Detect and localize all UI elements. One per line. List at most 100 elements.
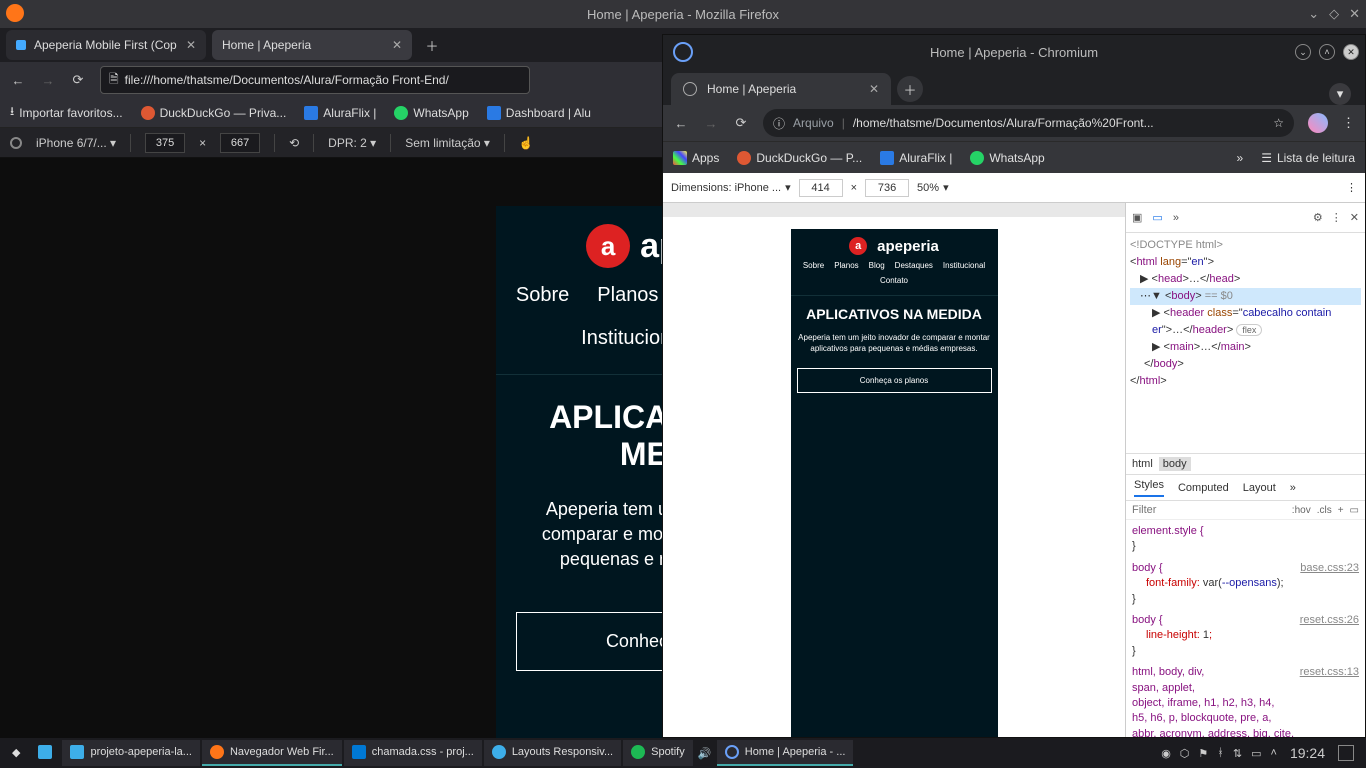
nav-sobre[interactable]: Sobre (516, 284, 569, 307)
tab-styles[interactable]: Styles (1134, 479, 1164, 497)
nav-sobre[interactable]: Sobre (803, 261, 824, 270)
menu-icon[interactable]: ⋮ (1342, 115, 1355, 131)
tray-icon[interactable]: ⬡ (1180, 747, 1190, 760)
task-layouts[interactable]: Layouts Responsiv... (484, 740, 621, 766)
search-tabs-icon[interactable]: ▾ (1329, 83, 1351, 105)
style-rules[interactable]: element.style { } base.css:23body { font… (1126, 520, 1365, 737)
hov-toggle[interactable]: :hov (1292, 505, 1311, 516)
tab-home-apeperia[interactable]: Home | Apeperia ✕ (671, 73, 891, 105)
width-input[interactable] (145, 133, 185, 153)
rotate-icon[interactable]: ⟲ (289, 136, 299, 150)
task-firefox[interactable]: Navegador Web Fir... (202, 740, 342, 766)
nav-planos[interactable]: Planos (834, 261, 858, 270)
new-tab-button[interactable]: ＋ (418, 31, 446, 59)
task-chromium[interactable]: Home | Apeperia - ... (717, 740, 854, 766)
show-desktop[interactable] (1338, 745, 1354, 761)
close-icon[interactable]: ✕ (1343, 44, 1359, 60)
network-icon[interactable]: ⇅ (1233, 747, 1242, 760)
firefox-icon (210, 745, 224, 759)
device-icon[interactable]: ▭ (1350, 505, 1359, 516)
height-input[interactable] (865, 179, 909, 197)
maximize-icon[interactable]: ◇ (1329, 6, 1339, 22)
device-select[interactable]: Dimensions: iPhone ... ▾ (671, 181, 791, 194)
touch-icon[interactable]: ☝ (519, 136, 534, 150)
nav-blog[interactable]: Blog (869, 261, 885, 270)
dom-tree[interactable]: <!DOCTYPE html> <html lang="en"> ▶ <head… (1126, 233, 1365, 453)
maximize-icon[interactable]: ˄ (1319, 44, 1335, 60)
battery-icon[interactable]: ▭ (1251, 747, 1261, 760)
bookmark-apps[interactable]: Apps (673, 151, 719, 165)
globe-icon (683, 82, 697, 96)
app-launcher[interactable]: ◆ (4, 740, 28, 766)
url-bar[interactable]: 🗎 file:///home/thatsme/Documentos/Alura/… (100, 66, 530, 94)
star-icon[interactable]: ☆ (1273, 116, 1284, 130)
tab-computed[interactable]: Computed (1178, 482, 1229, 494)
nav-contato[interactable]: Contato (880, 276, 908, 285)
nav-institucional[interactable]: Institucional (943, 261, 985, 270)
profile-avatar[interactable] (1308, 113, 1328, 133)
height-input[interactable] (220, 133, 260, 153)
new-tab-button[interactable]: ＋ (897, 76, 923, 102)
inspect-icon[interactable]: ▣ (1132, 211, 1142, 224)
hero-lead: Apeperia tem um jeito inovador de compar… (797, 332, 992, 354)
bookmark-import[interactable]: ⭳Importar favoritos... (10, 102, 123, 123)
device-toggle-icon[interactable]: ▭ (1152, 211, 1162, 224)
styles-filter-input[interactable] (1132, 504, 1286, 516)
nav-destaques[interactable]: Destaques (895, 261, 933, 270)
throttle-select[interactable]: Sem limitação ▾ (405, 136, 490, 150)
folder-icon (70, 745, 84, 759)
overflow-icon[interactable]: » (1290, 482, 1296, 494)
width-input[interactable] (799, 179, 843, 197)
close-icon[interactable]: ✕ (1349, 6, 1360, 22)
bookmark-aluraflix[interactable]: AluraFlix | (304, 106, 376, 120)
tab-apeperia-mobile[interactable]: Apeperia Mobile First (Cop ✕ (6, 30, 206, 60)
tray-icon[interactable]: ⚑ (1198, 747, 1208, 760)
chevron-up-icon[interactable]: ˄ (1271, 747, 1277, 759)
back-icon[interactable]: ← (673, 116, 689, 131)
task-project[interactable]: projeto-apeperia-la... (62, 740, 200, 766)
dpr-select[interactable]: DPR: 2 ▾ (328, 136, 376, 150)
volume-icon[interactable]: 🔊 (695, 747, 715, 760)
task-vscode[interactable]: chamada.css - proj... (344, 740, 482, 766)
bookmark-whatsapp[interactable]: WhatsApp (970, 151, 1044, 165)
back-icon[interactable]: ← (10, 73, 26, 88)
reload-icon[interactable]: ⟳ (733, 115, 749, 131)
bookmark-duckduckgo[interactable]: DuckDuckGo — P... (737, 151, 862, 165)
omnibox[interactable]: ⓘ Arquivo | /home/thatsme/Documentos/Alu… (763, 109, 1294, 137)
more-icon[interactable]: ⋮ (1346, 181, 1357, 194)
cls-toggle[interactable]: .cls (1317, 505, 1332, 516)
bookmark-duckduckgo[interactable]: DuckDuckGo — Priva... (141, 106, 287, 120)
bookmark-whatsapp[interactable]: WhatsApp (394, 106, 468, 120)
zoom-select[interactable]: 50% ▾ (917, 181, 949, 194)
file-manager[interactable] (30, 740, 60, 766)
close-devtools-icon[interactable]: ✕ (1350, 211, 1359, 224)
device-select[interactable]: iPhone 6/7/... ▾ (36, 136, 116, 150)
tab-label: Home | Apeperia (707, 82, 796, 96)
info-icon[interactable]: ⓘ (773, 115, 785, 132)
tab-layout[interactable]: Layout (1243, 482, 1276, 494)
clock[interactable]: 19:24 (1286, 745, 1329, 761)
duckduckgo-icon (141, 106, 155, 120)
reload-icon[interactable]: ⟳ (70, 72, 86, 88)
close-tab-icon[interactable]: ✕ (392, 38, 402, 52)
task-spotify[interactable]: Spotify (623, 740, 693, 766)
more-icon[interactable]: ⋮ (1331, 211, 1342, 224)
bookmarks-overflow[interactable]: » (1237, 151, 1244, 165)
cta-button[interactable]: Conheça os planos (797, 368, 992, 393)
close-tab-icon[interactable]: ✕ (186, 38, 196, 52)
close-tab-icon[interactable]: ✕ (869, 82, 879, 96)
bluetooth-icon[interactable]: ᚼ (1217, 747, 1224, 759)
settings-icon[interactable]: ⚙ (1313, 211, 1323, 224)
bookmark-aluraflix[interactable]: AluraFlix | (880, 151, 952, 165)
add-rule[interactable]: + (1338, 505, 1344, 516)
nav-planos[interactable]: Planos (597, 284, 658, 307)
aluraflix-icon (304, 106, 318, 120)
reading-list[interactable]: ☰Lista de leitura (1261, 151, 1355, 165)
overflow-icon[interactable]: » (1173, 212, 1179, 224)
tray-icon[interactable]: ◉ (1161, 747, 1171, 760)
minimize-icon[interactable]: ⌄ (1295, 44, 1311, 60)
bookmark-dashboard[interactable]: Dashboard | Alu (487, 106, 591, 120)
minimize-icon[interactable]: ⌄ (1308, 6, 1319, 22)
tab-home-apeperia[interactable]: Home | Apeperia ✕ (212, 30, 412, 60)
dom-breadcrumb[interactable]: html body (1126, 453, 1365, 475)
